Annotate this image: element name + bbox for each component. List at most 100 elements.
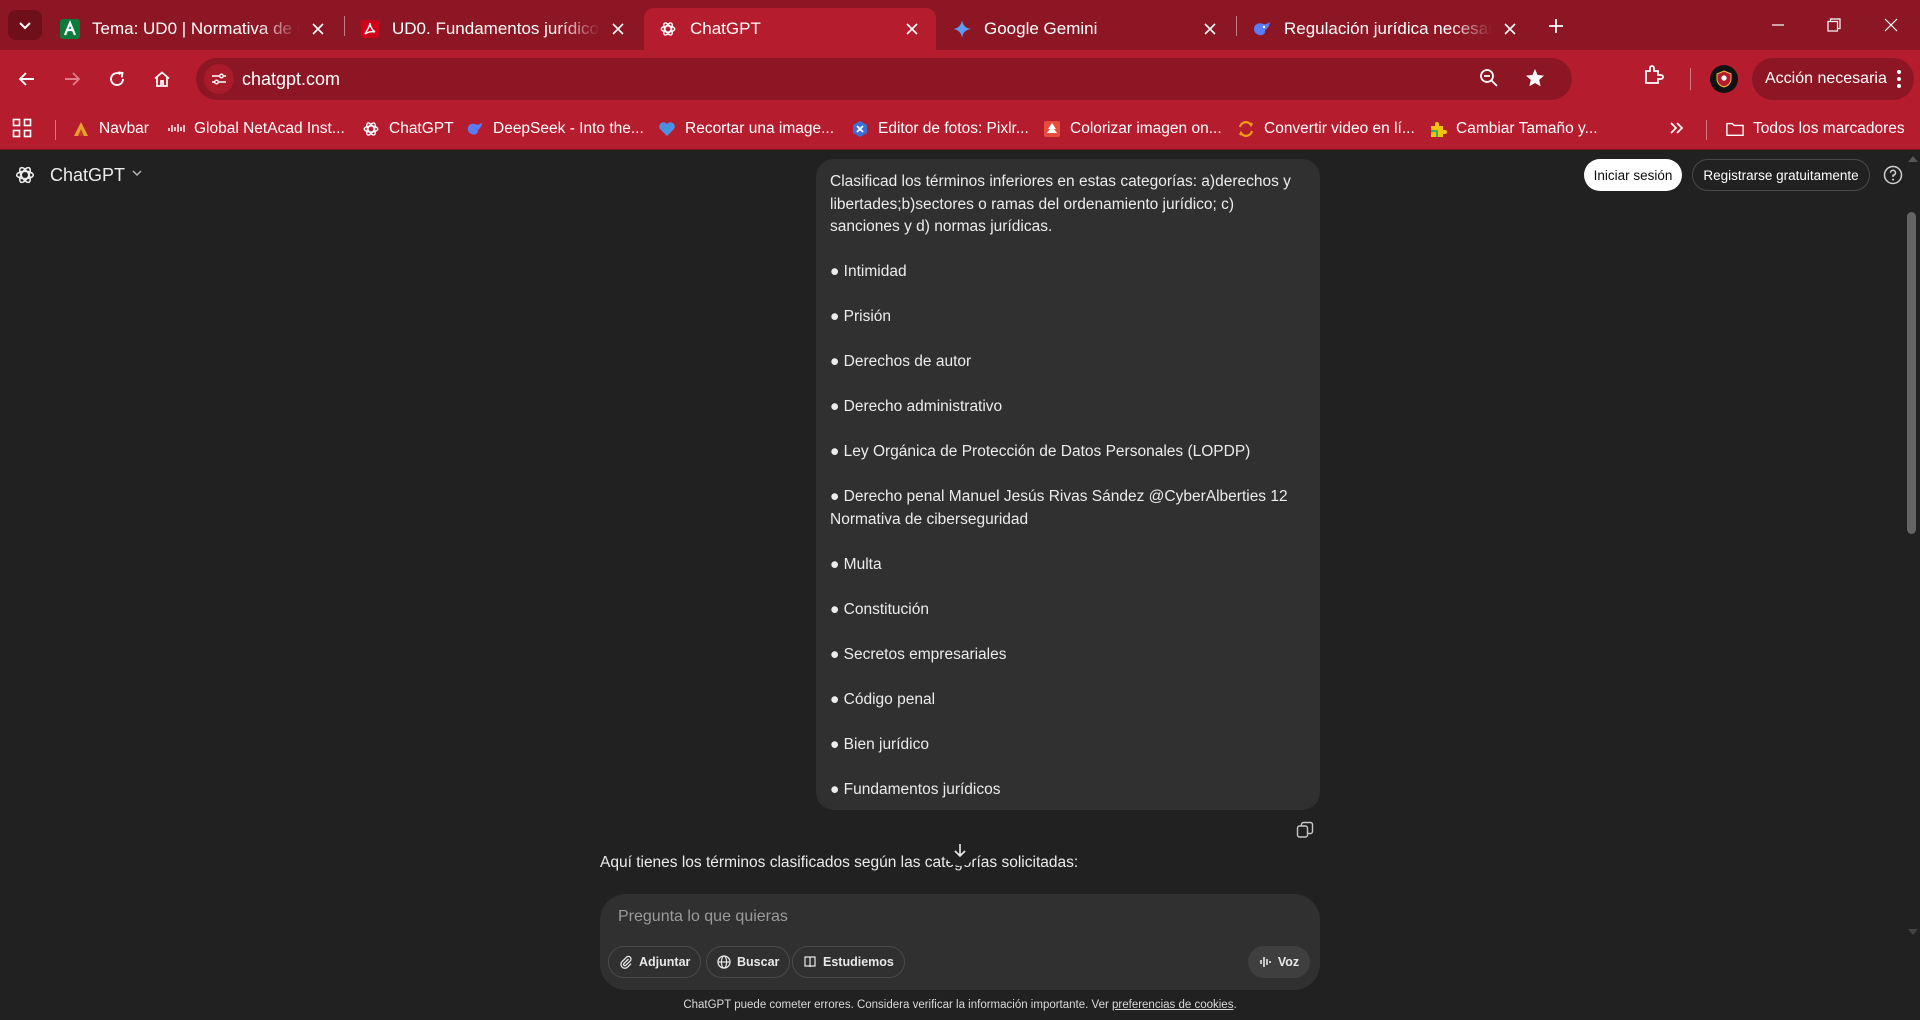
scroll-down-arrow-icon[interactable]: [1908, 929, 1918, 935]
tab-normativa[interactable]: Tema: UD0 | Normativa de Ciberseguridad: [46, 8, 342, 50]
bookmark-colorizar[interactable]: Colorizar imagen on...: [1043, 116, 1222, 142]
scroll-up-arrow-icon[interactable]: [1908, 156, 1918, 162]
new-tab-button[interactable]: [1542, 12, 1570, 40]
apps-grid-icon[interactable]: [12, 118, 32, 143]
deepseek-icon: [466, 120, 484, 138]
arrow-left-icon: [18, 72, 34, 86]
bookmark-label: Navbar: [99, 120, 149, 137]
all-bookmarks-label: Todos los marcadores: [1753, 120, 1905, 137]
minimize-icon: [1772, 24, 1784, 26]
bookmark-navbar[interactable]: Navbar: [72, 116, 149, 142]
action-required-button[interactable]: Acción necesaria: [1752, 58, 1914, 100]
prompt-input[interactable]: [618, 904, 1298, 930]
heart-icon: [658, 120, 676, 138]
tab-title: Google Gemini: [984, 19, 1098, 38]
attach-button[interactable]: Adjuntar: [608, 946, 702, 978]
copy-icon[interactable]: [1296, 821, 1314, 839]
tab-fundamentos[interactable]: UD0. Fundamentos jurídicos de: [346, 8, 642, 50]
chevron-double-right-icon[interactable]: [1668, 119, 1686, 142]
close-icon[interactable]: [1200, 19, 1220, 39]
minimize-button[interactable]: [1764, 12, 1792, 38]
voice-label: Voz: [1277, 955, 1300, 969]
tab-strip: Tema: UD0 | Normativa de Ciberseguridad …: [0, 0, 1920, 50]
list-item: ● Secretos empresariales: [830, 645, 1007, 663]
attach-label: Adjuntar: [639, 955, 691, 969]
bookmark-convertir[interactable]: Convertir video en lí...: [1237, 116, 1415, 142]
bookmark-label: Recortar una image...: [685, 120, 835, 137]
browser-toolbar: chatgpt.com Acción necesaria: [0, 50, 1920, 108]
scroll-to-bottom-button[interactable]: [944, 834, 976, 866]
pdf-icon: [360, 19, 380, 39]
forward-button[interactable]: [56, 63, 88, 95]
scrollbar[interactable]: [1904, 150, 1920, 940]
tab-divider: [344, 16, 345, 36]
puzzle-icon: [1429, 120, 1447, 138]
home-icon: [154, 71, 170, 87]
composer: Adjuntar Buscar Estudiemos Voz: [600, 894, 1320, 990]
address-bar[interactable]: chatgpt.com: [196, 58, 1572, 100]
message-intro: Clasificad los términos inferiores en es…: [830, 173, 1291, 235]
convert-icon: [1237, 120, 1255, 138]
bookmark-label: Editor de fotos: Pixlr...: [878, 120, 1029, 137]
list-item: ● Derechos de autor: [830, 353, 972, 370]
tab-divider: [1236, 16, 1237, 36]
list-item: ● Constitución: [830, 600, 929, 618]
toolbar-divider: [1690, 68, 1691, 90]
action-required-label: Acción necesaria: [1765, 70, 1887, 87]
extensions-icon[interactable]: [1642, 63, 1666, 92]
close-icon[interactable]: [902, 19, 922, 39]
bookmark-netacad[interactable]: Global NetAcad Inst...: [167, 116, 345, 142]
list-item: ● Multa: [830, 555, 882, 573]
andalucia-icon: [60, 19, 80, 39]
reload-button[interactable]: [101, 63, 133, 95]
profile-avatar[interactable]: [1710, 65, 1738, 93]
chatgpt-icon: [658, 19, 678, 39]
study-button[interactable]: Estudiemos: [792, 946, 905, 978]
back-button[interactable]: [11, 63, 43, 95]
user-message: Clasificad los términos inferiores en es…: [816, 159, 1320, 810]
home-button[interactable]: [146, 63, 178, 95]
more-vert-icon: [1896, 69, 1902, 94]
login-button[interactable]: Iniciar sesión: [1584, 159, 1682, 191]
bookmarks-bar: Navbar Global NetAcad Inst... ChatGPT De…: [0, 108, 1920, 150]
site-info-icon[interactable]: [204, 64, 234, 94]
arrow-down-icon: [954, 844, 966, 858]
bookmark-chatgpt[interactable]: ChatGPT: [362, 116, 454, 142]
restore-button[interactable]: [1820, 12, 1848, 38]
close-icon[interactable]: [308, 19, 328, 39]
zoom-icon[interactable]: [1478, 67, 1500, 94]
bookmark-star-icon[interactable]: [1524, 67, 1546, 94]
help-icon[interactable]: [1883, 165, 1903, 185]
close-window-button[interactable]: [1877, 12, 1905, 38]
all-bookmarks-button[interactable]: Todos los marcadores: [1726, 116, 1905, 142]
scrollbar-thumb[interactable]: [1907, 212, 1916, 534]
voice-button[interactable]: Voz: [1248, 946, 1310, 978]
bookmark-label: Convertir video en lí...: [1264, 120, 1415, 137]
close-icon[interactable]: [608, 19, 628, 39]
gemini-icon: [952, 19, 972, 39]
folder-icon: [1726, 120, 1744, 138]
search-label: Buscar: [737, 955, 780, 969]
bookmark-label: Global NetAcad Inst...: [194, 120, 345, 137]
paperclip-icon: [620, 955, 632, 969]
bookmark-pixlr[interactable]: Editor de fotos: Pixlr...: [851, 116, 1029, 142]
tab-chatgpt[interactable]: ChatGPT: [644, 8, 936, 50]
model-selector[interactable]: ChatGPT: [14, 164, 143, 186]
bookmark-deepseek[interactable]: DeepSeek - Into the...: [466, 116, 644, 142]
openai-logo-icon: [14, 164, 36, 186]
search-button[interactable]: Buscar: [706, 946, 791, 978]
tab-title: UD0. Fundamentos jurídicos de: [392, 19, 600, 38]
bookmark-recortar[interactable]: Recortar una image...: [658, 116, 834, 142]
tab-regulacion[interactable]: Regulación jurídica necesaria para: [1238, 8, 1534, 50]
bookmark-cambiar-tamano[interactable]: Cambiar Tamaño y...: [1429, 116, 1598, 142]
signup-button[interactable]: Registrarse gratuitamente: [1692, 159, 1870, 191]
list-item: ● Código penal: [830, 690, 936, 708]
tab-search-button[interactable]: [8, 10, 42, 40]
cookie-preferences-link[interactable]: preferencias de cookies: [1112, 999, 1233, 1011]
cisco-icon: [167, 120, 185, 138]
tree-icon: [1043, 120, 1061, 138]
tab-gemini[interactable]: Google Gemini: [938, 8, 1234, 50]
close-icon[interactable]: [1500, 19, 1520, 39]
bookmark-label: ChatGPT: [389, 120, 454, 137]
bookmarks-divider: [1706, 120, 1707, 140]
